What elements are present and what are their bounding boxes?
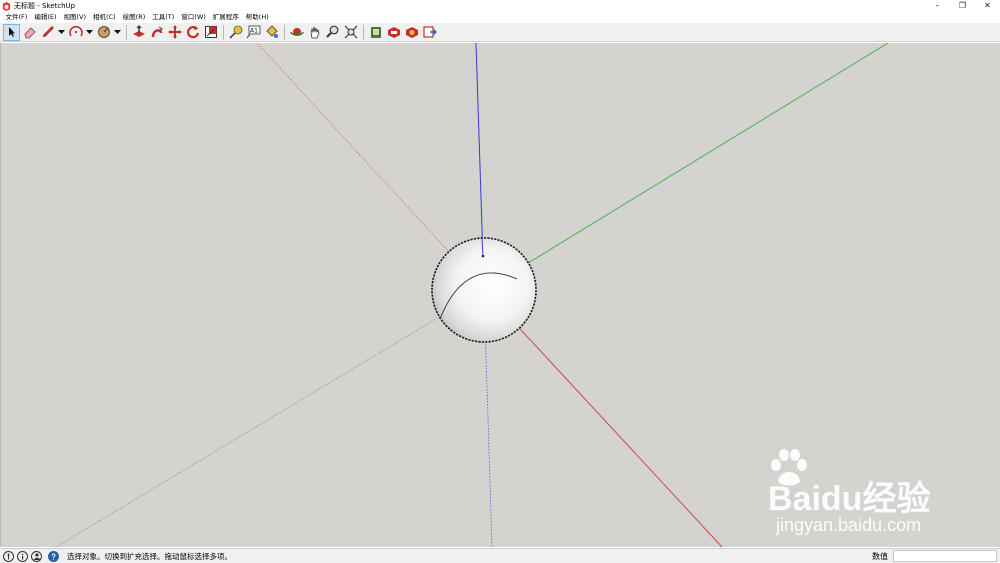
- paint-bucket-tool-icon: [265, 25, 278, 38]
- text-tool-button[interactable]: A1: [245, 24, 262, 41]
- extension-warehouse-icon: [387, 27, 400, 38]
- help-icon[interactable]: [48, 550, 59, 562]
- credits-info-icon[interactable]: [17, 550, 28, 562]
- chevron-down-icon: [113, 29, 121, 34]
- push-pull-tool-icon: [132, 25, 145, 37]
- move-tool-button[interactable]: [166, 24, 183, 41]
- toolbar-separator: [363, 24, 364, 40]
- layout-button[interactable]: [403, 24, 420, 41]
- zoom-tool-icon: [325, 25, 338, 38]
- minimize-button[interactable]: –: [925, 0, 950, 12]
- svg-text:A1: A1: [250, 28, 258, 35]
- chevron-down-icon: [85, 29, 93, 34]
- toolbar: A1: [0, 23, 1000, 42]
- geo-location-icon[interactable]: [3, 550, 14, 562]
- scale-tool-icon: [204, 26, 217, 38]
- layout-icon: [405, 27, 418, 38]
- menu-help[interactable]: 帮助(H): [242, 12, 272, 23]
- baidu-watermark: Baidu经验 jingyan.baidu.com: [768, 449, 948, 539]
- menu-edit[interactable]: 编辑(E): [31, 12, 60, 23]
- zoom-tool-button[interactable]: [324, 24, 341, 41]
- orbit-tool-button[interactable]: [288, 24, 305, 41]
- window-title: 无标题 - SketchUp: [14, 2, 76, 10]
- measurements-input[interactable]: [893, 550, 997, 562]
- select-tool-button[interactable]: [3, 23, 20, 41]
- status-bar: 选择对象。切换到扩充选择。拖动鼠标选择多项。 数值: [0, 548, 1000, 563]
- arc-tool-button[interactable]: [67, 24, 84, 41]
- paint-bucket-tool-button[interactable]: [263, 24, 280, 41]
- menu-tools[interactable]: 工具(T): [149, 12, 178, 23]
- title-bar: 无标题 - SketchUp – ❐ ✕: [0, 0, 1000, 12]
- line-dropdown-button[interactable]: [57, 24, 65, 41]
- axis-green-positive: [483, 43, 889, 291]
- pencil-line-tool-button[interactable]: [39, 24, 56, 41]
- warehouse-icon: [370, 27, 381, 38]
- menu-view[interactable]: 视图(V): [60, 12, 90, 23]
- toolbar-separator: [223, 24, 224, 40]
- tape-measure-tool-icon: [228, 25, 242, 39]
- tape-measure-tool-button[interactable]: [227, 24, 244, 41]
- arc-tool-icon: [68, 25, 83, 37]
- watermark-brand: Baidu经验: [768, 480, 931, 518]
- shape-tool-button[interactable]: [95, 24, 112, 41]
- pencil-line-tool-icon: [42, 26, 54, 37]
- scale-tool-button[interactable]: [202, 24, 219, 41]
- shape-tool-icon: [97, 26, 110, 38]
- toolbar-separator: [284, 24, 285, 40]
- arc-dropdown-button[interactable]: [85, 24, 93, 41]
- send-to-layout-icon: [422, 26, 437, 38]
- axis-green-negative: [55, 289, 485, 547]
- menu-extensions[interactable]: 扩展程序: [209, 12, 242, 23]
- select-tool-icon: [8, 27, 15, 37]
- close-button[interactable]: ✕: [975, 0, 1000, 12]
- send-to-layout-button[interactable]: [421, 24, 438, 41]
- follow-me-tool-button[interactable]: [148, 24, 165, 41]
- menu-window[interactable]: 窗口(W): [178, 12, 210, 23]
- watermark-url: jingyan.baidu.com: [776, 515, 922, 535]
- menu-draw[interactable]: 绘图(R): [119, 12, 149, 23]
- extension-warehouse-button[interactable]: [385, 24, 402, 41]
- sketchup-window: 无标题 - SketchUp – ❐ ✕ 文件(F) 编辑(E) 视图(V) 相…: [0, 0, 1000, 563]
- chevron-down-icon: [57, 29, 65, 34]
- menu-bar: 文件(F) 编辑(E) 视图(V) 相机(C) 绘图(R) 工具(T) 窗口(W…: [0, 12, 1000, 23]
- pan-tool-button[interactable]: [306, 24, 323, 41]
- rotate-tool-icon: [186, 26, 199, 39]
- toolbar-separator: [126, 24, 127, 40]
- orbit-tool-icon: [289, 28, 304, 36]
- menu-camera[interactable]: 相机(C): [90, 12, 120, 23]
- warehouse-button[interactable]: [367, 24, 384, 41]
- zoom-extents-tool-button[interactable]: [342, 24, 359, 41]
- restore-button[interactable]: ❐: [950, 0, 975, 12]
- eraser-tool-icon: [24, 27, 36, 39]
- shape-dropdown-button[interactable]: [113, 24, 121, 41]
- measurements-label: 数值: [872, 552, 888, 561]
- move-tool-icon: [167, 25, 182, 39]
- user-account-icon[interactable]: [31, 550, 42, 562]
- menu-file[interactable]: 文件(F): [2, 12, 31, 23]
- pan-tool-icon: [310, 26, 319, 39]
- zoom-extents-tool-icon: [344, 25, 357, 39]
- rotate-tool-button[interactable]: [184, 24, 201, 41]
- modeling-viewport[interactable]: Baidu经验 jingyan.baidu.com: [0, 43, 1000, 547]
- text-tool-icon: A1: [246, 25, 261, 39]
- follow-me-tool-icon: [151, 26, 163, 38]
- window-controls: – ❐ ✕: [925, 0, 1000, 12]
- sketchup-logo-icon: [2, 1, 11, 11]
- push-pull-tool-button[interactable]: [130, 24, 147, 41]
- status-message: 选择对象。切换到扩充选择。拖动鼠标选择多项。: [67, 551, 232, 561]
- eraser-tool-button[interactable]: [21, 24, 38, 41]
- sphere-model[interactable]: [431, 237, 537, 343]
